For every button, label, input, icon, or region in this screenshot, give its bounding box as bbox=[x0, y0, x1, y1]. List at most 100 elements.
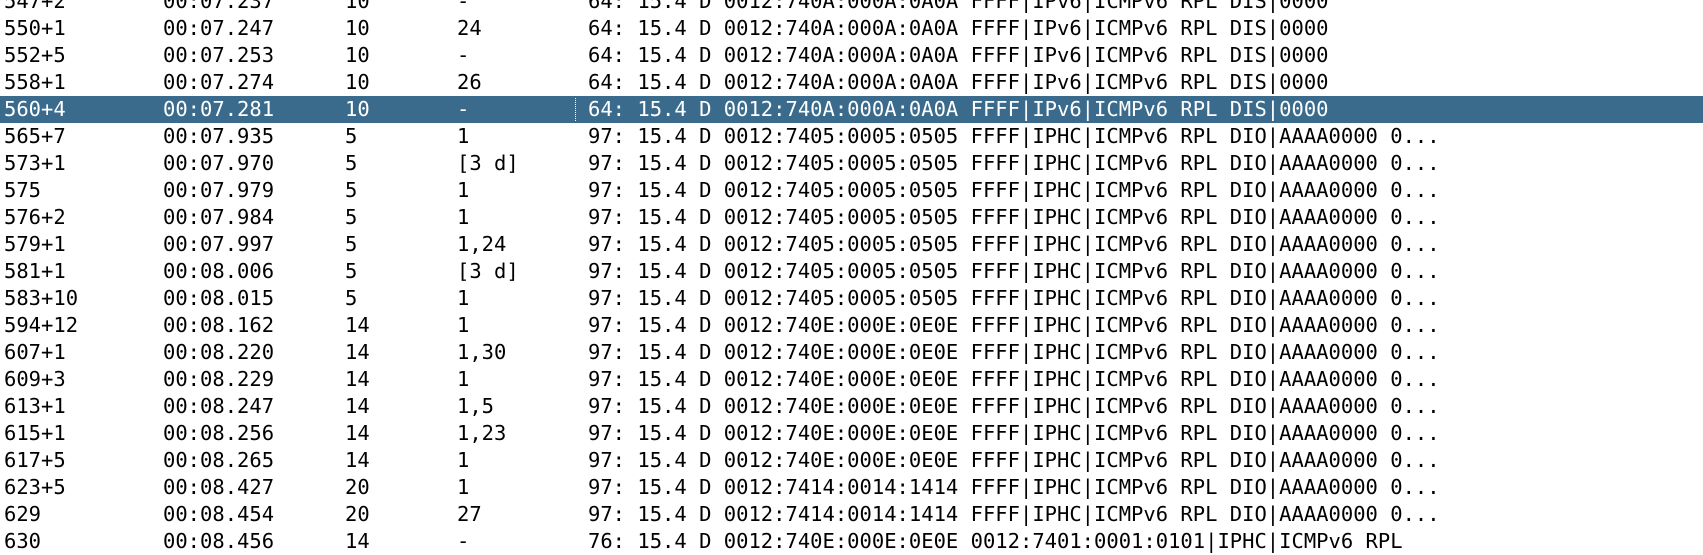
row-time-cell: 00:08.006 bbox=[163, 259, 275, 283]
row-id-cell: 609+3 bbox=[4, 367, 66, 391]
column-divider bbox=[563, 177, 588, 204]
row-channel-cell: 10 bbox=[345, 16, 370, 40]
column-divider bbox=[563, 312, 588, 339]
table-row[interactable]: 576+2 00:07.984 5 1 97: 15.4 D 0012:7405:000… bbox=[0, 204, 1703, 231]
table-row[interactable]: 581+1 00:08.006 5 [3 d] 97: 15.4 D 0012:7405… bbox=[0, 258, 1703, 285]
row-time-cell: 00:07.979 bbox=[163, 178, 275, 202]
row-channel-cell: 14 bbox=[345, 529, 370, 553]
row-time-cell: 00:07.984 bbox=[163, 205, 275, 229]
row-info-cell: 64: 15.4 D 0012:740A:000A:0A0A FFFF|IPv6… bbox=[588, 0, 1329, 13]
row-count-cell: 1 bbox=[457, 178, 470, 202]
row-id-cell: 630 bbox=[4, 529, 42, 553]
row-id-cell: 623+5 bbox=[4, 475, 66, 499]
row-id-cell: 617+5 bbox=[4, 448, 66, 472]
row-time-cell: 00:08.247 bbox=[163, 394, 275, 418]
row-channel-cell: 20 bbox=[345, 502, 370, 526]
row-id-cell: 615+1 bbox=[4, 421, 66, 445]
row-info-cell: 97: 15.4 D 0012:7414:0014:1414 FFFF|IPHC… bbox=[588, 502, 1440, 526]
column-divider bbox=[563, 231, 588, 258]
row-count-cell: 26 bbox=[457, 70, 482, 94]
row-time-cell: 00:07.997 bbox=[163, 232, 275, 256]
table-row[interactable]: 617+5 00:08.265 14 1 97: 15.4 D 0012:740E:00… bbox=[0, 447, 1703, 474]
column-divider bbox=[563, 123, 588, 150]
row-channel-cell: 14 bbox=[345, 421, 370, 445]
column-divider bbox=[563, 96, 588, 123]
row-channel-cell: 20 bbox=[345, 475, 370, 499]
row-time-cell: 00:07.274 bbox=[163, 70, 275, 94]
row-count-cell: [3 d] bbox=[457, 259, 519, 283]
table-row[interactable]: 552+5 00:07.253 10 - 64: 15.4 D 0012:740A:00… bbox=[0, 42, 1703, 69]
table-row[interactable]: 613+1 00:08.247 14 1,5 97: 15.4 D 0012:740E:… bbox=[0, 393, 1703, 420]
table-row[interactable]: 615+1 00:08.256 14 1,23 97: 15.4 D 0012:740E… bbox=[0, 420, 1703, 447]
row-info-cell: 97: 15.4 D 0012:7405:0005:0505 FFFF|IPHC… bbox=[588, 151, 1440, 175]
row-count-cell: 1,24 bbox=[457, 232, 507, 256]
row-count-cell: 1,5 bbox=[457, 394, 495, 418]
row-info-cell: 97: 15.4 D 0012:740E:000E:0E0E FFFF|IPHC… bbox=[588, 313, 1440, 337]
row-channel-cell: 5 bbox=[345, 259, 358, 283]
row-info-cell: 97: 15.4 D 0012:7414:0014:1414 FFFF|IPHC… bbox=[588, 475, 1440, 499]
row-info-cell: 97: 15.4 D 0012:7405:0005:0505 FFFF|IPHC… bbox=[588, 205, 1440, 229]
row-count-cell: 1 bbox=[457, 367, 470, 391]
row-channel-cell: 14 bbox=[345, 340, 370, 364]
row-time-cell: 00:07.935 bbox=[163, 124, 275, 148]
row-time-cell: 00:08.162 bbox=[163, 313, 275, 337]
table-row[interactable]: 550+1 00:07.247 10 24 64: 15.4 D 0012:740A:0… bbox=[0, 15, 1703, 42]
table-row[interactable]: 579+1 00:07.997 5 1,24 97: 15.4 D 0012:7405:… bbox=[0, 231, 1703, 258]
column-divider bbox=[563, 285, 588, 312]
row-info-cell: 97: 15.4 D 0012:7405:0005:0505 FFFF|IPHC… bbox=[588, 124, 1440, 148]
row-channel-cell: 5 bbox=[345, 151, 358, 175]
row-info-cell: 97: 15.4 D 0012:740E:000E:0E0E FFFF|IPHC… bbox=[588, 448, 1440, 472]
row-count-cell: 1 bbox=[457, 313, 470, 337]
row-id-cell: 594+12 bbox=[4, 313, 79, 337]
table-row-selected[interactable]: 560+4 00:07.281 10 - 64: 15.4 D 0012:740A:00… bbox=[0, 96, 1703, 123]
column-divider bbox=[563, 474, 588, 501]
row-id-cell: 583+10 bbox=[4, 286, 79, 310]
row-time-cell: 00:08.454 bbox=[163, 502, 275, 526]
row-info-cell: 97: 15.4 D 0012:7405:0005:0505 FFFF|IPHC… bbox=[588, 259, 1440, 283]
row-id-cell: 629 bbox=[4, 502, 42, 526]
row-time-cell: 00:07.253 bbox=[163, 43, 275, 67]
row-time-cell: 00:08.456 bbox=[163, 529, 275, 553]
column-divider bbox=[563, 204, 588, 231]
packet-log-table: 547+2 00:07.237 10 - 64: 15.4 D 0012:740A:00… bbox=[0, 0, 1703, 555]
row-info-cell: 97: 15.4 D 0012:740E:000E:0E0E FFFF|IPHC… bbox=[588, 340, 1440, 364]
table-row[interactable]: 607+1 00:08.220 14 1,30 97: 15.4 D 0012:740E… bbox=[0, 339, 1703, 366]
row-count-cell: 1,30 bbox=[457, 340, 507, 364]
row-count-cell: 1 bbox=[457, 286, 470, 310]
row-info-cell: 64: 15.4 D 0012:740A:000A:0A0A FFFF|IPv6… bbox=[588, 97, 1329, 121]
row-channel-cell: 5 bbox=[345, 205, 358, 229]
table-row[interactable]: 629 00:08.454 20 27 97: 15.4 D 0012:7414:001… bbox=[0, 501, 1703, 528]
row-channel-cell: 14 bbox=[345, 448, 370, 472]
row-info-cell: 97: 15.4 D 0012:740E:000E:0E0E FFFF|IPHC… bbox=[588, 367, 1440, 391]
table-row[interactable]: 565+7 00:07.935 5 1 97: 15.4 D 0012:7405:000… bbox=[0, 123, 1703, 150]
row-count-cell: - bbox=[457, 529, 470, 553]
row-channel-cell: 10 bbox=[345, 70, 370, 94]
row-id-cell: 575 bbox=[4, 178, 42, 202]
column-divider bbox=[563, 150, 588, 177]
row-count-cell: 24 bbox=[457, 16, 482, 40]
table-row[interactable]: 623+5 00:08.427 20 1 97: 15.4 D 0012:7414:00… bbox=[0, 474, 1703, 501]
row-time-cell: 00:08.427 bbox=[163, 475, 275, 499]
row-count-cell: 1 bbox=[457, 124, 470, 148]
column-divider bbox=[563, 366, 588, 393]
table-row[interactable]: 575 00:07.979 5 1 97: 15.4 D 0012:7405:0005:… bbox=[0, 177, 1703, 204]
table-row[interactable]: 558+1 00:07.274 10 26 64: 15.4 D 0012:740A:0… bbox=[0, 69, 1703, 96]
row-channel-cell: 5 bbox=[345, 124, 358, 148]
table-row[interactable]: 609+3 00:08.229 14 1 97: 15.4 D 0012:740E:00… bbox=[0, 366, 1703, 393]
row-info-cell: 97: 15.4 D 0012:7405:0005:0505 FFFF|IPHC… bbox=[588, 286, 1440, 310]
row-count-cell: - bbox=[457, 0, 470, 13]
row-info-cell: 76: 15.4 D 0012:740E:000E:0E0E 0012:7401… bbox=[588, 529, 1403, 553]
table-row[interactable]: 547+2 00:07.237 10 - 64: 15.4 D 0012:740A:00… bbox=[0, 0, 1703, 15]
table-row[interactable]: 630 00:08.456 14 - 76: 15.4 D 0012:740E:000E… bbox=[0, 528, 1703, 555]
row-id-cell: 558+1 bbox=[4, 70, 66, 94]
column-divider bbox=[563, 339, 588, 366]
row-time-cell: 00:07.970 bbox=[163, 151, 275, 175]
row-time-cell: 00:08.229 bbox=[163, 367, 275, 391]
row-time-cell: 00:08.220 bbox=[163, 340, 275, 364]
row-count-cell: 1 bbox=[457, 475, 470, 499]
column-divider bbox=[563, 0, 588, 15]
table-row[interactable]: 594+12 00:08.162 14 1 97: 15.4 D 0012:740E:0… bbox=[0, 312, 1703, 339]
table-row[interactable]: 583+10 00:08.015 5 1 97: 15.4 D 0012:7405:00… bbox=[0, 285, 1703, 312]
row-info-cell: 97: 15.4 D 0012:740E:000E:0E0E FFFF|IPHC… bbox=[588, 421, 1440, 445]
table-row[interactable]: 573+1 00:07.970 5 [3 d] 97: 15.4 D 0012:7405… bbox=[0, 150, 1703, 177]
